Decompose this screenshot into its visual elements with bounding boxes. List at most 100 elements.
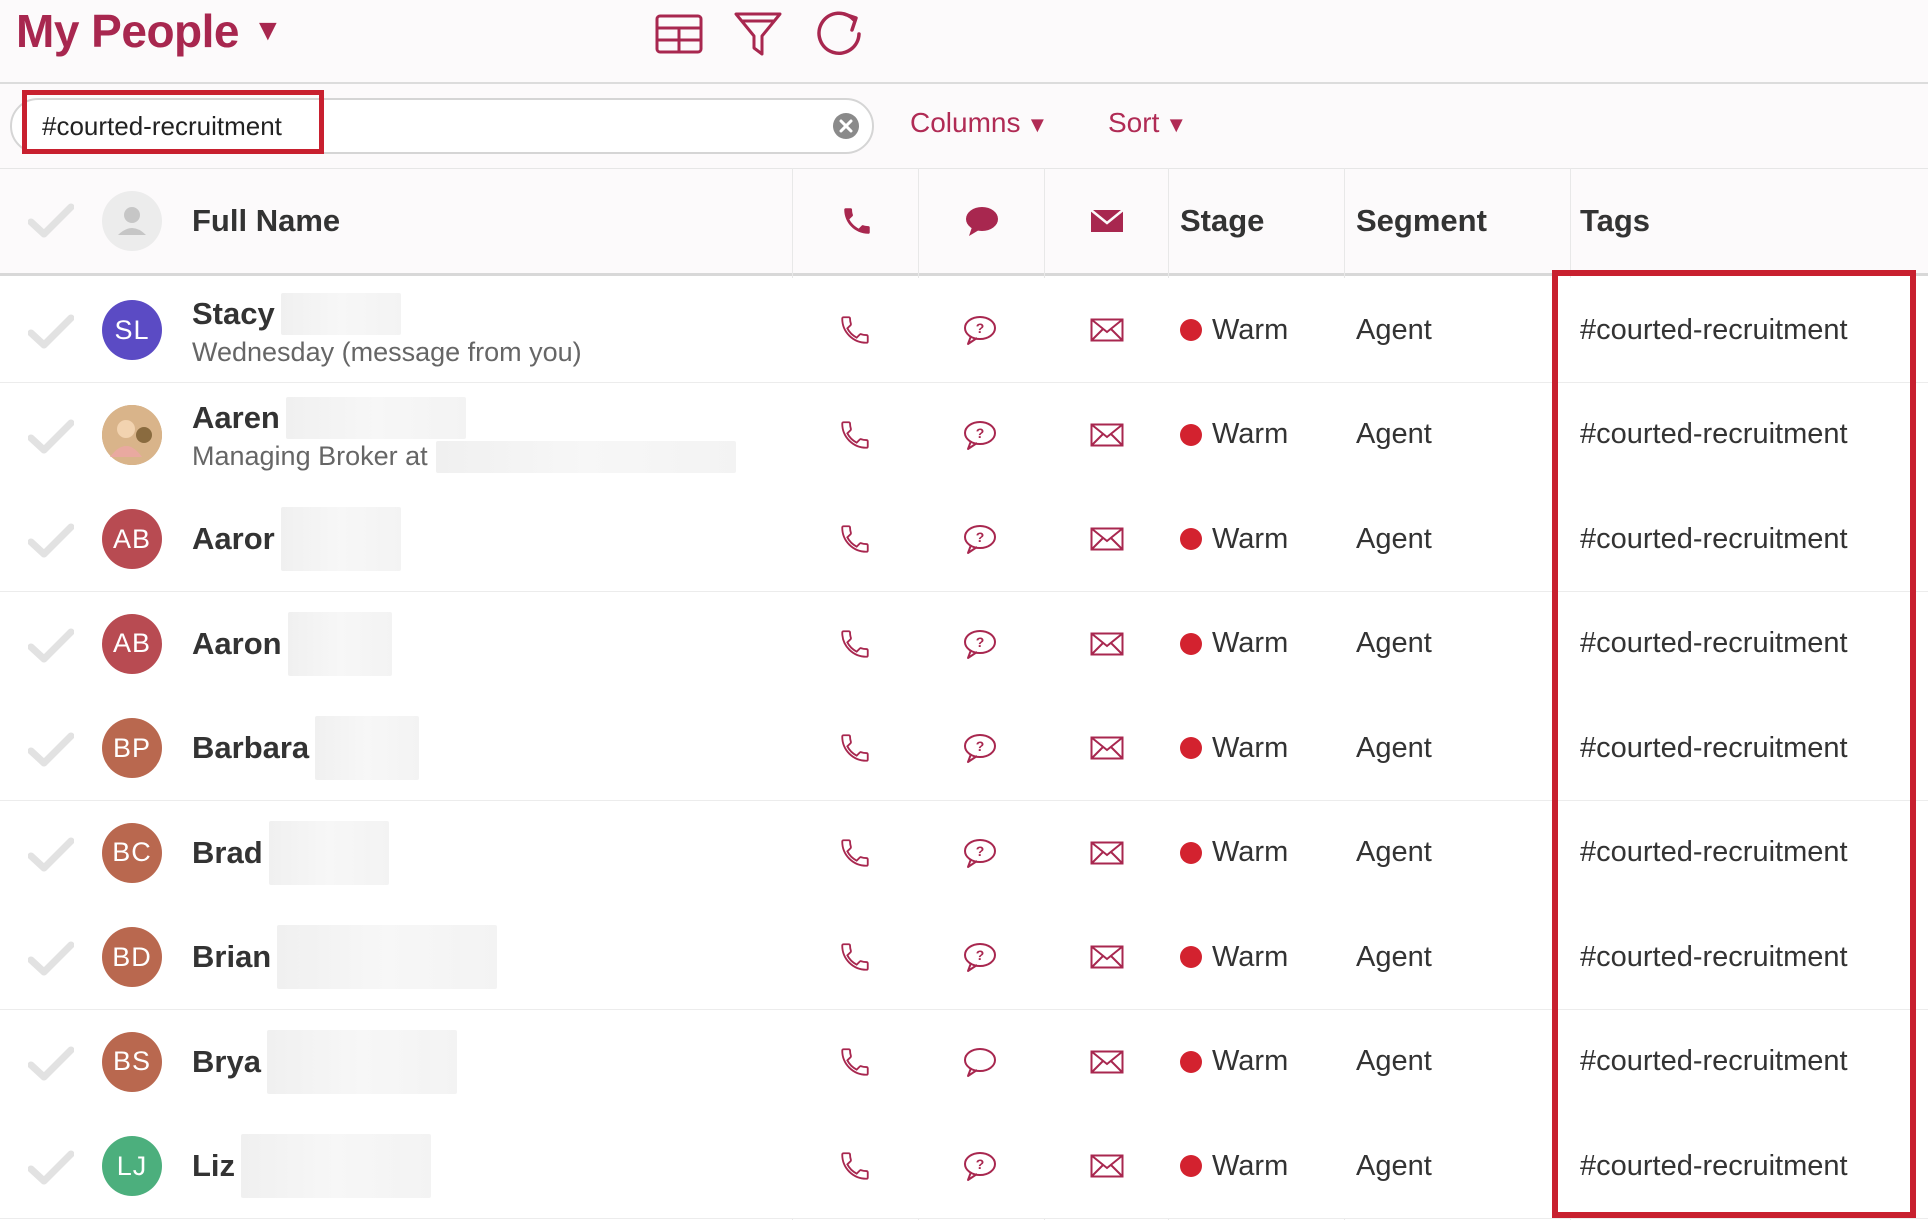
text-column-icon[interactable] xyxy=(964,169,1000,273)
text-unread-icon[interactable]: ? xyxy=(962,905,998,1009)
email-column-icon[interactable] xyxy=(1090,169,1124,273)
tags-cell[interactable]: #courted-recruitment xyxy=(1580,1010,1848,1114)
segment-cell[interactable]: Agent xyxy=(1356,487,1432,591)
text-unread-icon[interactable]: ? xyxy=(962,278,998,382)
email-icon[interactable] xyxy=(1090,1114,1124,1218)
row-select-checkmark-icon[interactable] xyxy=(28,628,74,664)
segment-cell[interactable]: Agent xyxy=(1356,592,1432,696)
contact-name[interactable]: Aaren xyxy=(192,400,280,436)
clear-search-icon[interactable] xyxy=(832,112,860,140)
contact-name[interactable]: Aaror xyxy=(192,521,275,557)
segment-cell[interactable]: Agent xyxy=(1356,905,1432,1009)
contact-name-cell[interactable]: Stacy Wednesday (message from you) xyxy=(192,278,582,382)
table-row[interactable]: LJ Liz? Warm Agent #courted-recruitment xyxy=(0,1114,1928,1219)
text-unread-icon[interactable]: ? xyxy=(962,383,998,487)
table-row[interactable]: BP Barbara? Warm Agent #courted-recruitment xyxy=(0,696,1928,801)
contact-name-cell[interactable]: Liz xyxy=(192,1114,432,1218)
stage-cell[interactable]: Warm xyxy=(1180,487,1288,591)
filter-icon[interactable] xyxy=(732,8,784,60)
contact-name-cell[interactable]: Brya xyxy=(192,1010,457,1114)
text-unread-icon[interactable]: ? xyxy=(962,487,998,591)
row-select-checkmark-icon[interactable] xyxy=(28,837,74,873)
phone-icon[interactable] xyxy=(838,487,872,591)
table-row[interactable]: Aaren Managing Broker at? Warm Agent #courte… xyxy=(0,382,1928,488)
columns-menu-button[interactable]: Columns ▼ xyxy=(910,107,1048,139)
email-icon[interactable] xyxy=(1090,696,1124,800)
phone-column-icon[interactable] xyxy=(840,169,874,273)
contact-name-cell[interactable]: Aaron xyxy=(192,592,392,696)
search-input[interactable] xyxy=(40,109,804,143)
table-view-icon[interactable] xyxy=(654,8,704,58)
contact-name[interactable]: Aaron xyxy=(192,626,282,662)
table-row[interactable]: BS Brya Warm Agent #courted-recruitment xyxy=(0,1009,1928,1115)
stage-cell[interactable]: Warm xyxy=(1180,696,1288,800)
row-select-checkmark-icon[interactable] xyxy=(28,314,74,350)
row-select-checkmark-icon[interactable] xyxy=(28,1150,74,1186)
phone-icon[interactable] xyxy=(838,696,872,800)
contact-name-cell[interactable]: Brad xyxy=(192,801,389,905)
stage-cell[interactable]: Warm xyxy=(1180,905,1288,1009)
segment-cell[interactable]: Agent xyxy=(1356,278,1432,382)
segment-cell[interactable]: Agent xyxy=(1356,696,1432,800)
tags-cell[interactable]: #courted-recruitment xyxy=(1580,278,1848,382)
email-icon[interactable] xyxy=(1090,383,1124,487)
column-header-stage[interactable]: Stage xyxy=(1180,169,1264,273)
contact-name[interactable]: Stacy xyxy=(192,296,275,332)
phone-icon[interactable] xyxy=(838,1010,872,1114)
column-header-tags[interactable]: Tags xyxy=(1580,169,1650,273)
segment-cell[interactable]: Agent xyxy=(1356,383,1432,487)
tags-cell[interactable]: #courted-recruitment xyxy=(1580,696,1848,800)
phone-icon[interactable] xyxy=(838,592,872,696)
segment-cell[interactable]: Agent xyxy=(1356,801,1432,905)
stage-cell[interactable]: Warm xyxy=(1180,1010,1288,1114)
email-icon[interactable] xyxy=(1090,801,1124,905)
contact-name[interactable]: Brya xyxy=(192,1044,261,1080)
text-unread-icon[interactable]: ? xyxy=(962,696,998,800)
stage-cell[interactable]: Warm xyxy=(1180,278,1288,382)
table-row[interactable]: SL Stacy Wednesday (message from you)? Warm… xyxy=(0,278,1928,383)
segment-cell[interactable]: Agent xyxy=(1356,1114,1432,1218)
contact-name-cell[interactable]: Brian xyxy=(192,905,498,1009)
email-icon[interactable] xyxy=(1090,905,1124,1009)
column-header-full-name[interactable]: Full Name xyxy=(192,169,340,273)
refresh-icon[interactable] xyxy=(814,8,866,60)
select-all-checkmark-icon[interactable] xyxy=(28,203,74,239)
text-unread-icon[interactable]: ? xyxy=(962,801,998,905)
tags-cell[interactable]: #courted-recruitment xyxy=(1580,1114,1848,1218)
tags-cell[interactable]: #courted-recruitment xyxy=(1580,905,1848,1009)
tags-cell[interactable]: #courted-recruitment xyxy=(1580,592,1848,696)
contact-name[interactable]: Barbara xyxy=(192,730,309,766)
contact-name-cell[interactable]: Aaren Managing Broker at xyxy=(192,383,736,487)
row-select-checkmark-icon[interactable] xyxy=(28,941,74,977)
email-icon[interactable] xyxy=(1090,487,1124,591)
stage-cell[interactable]: Warm xyxy=(1180,592,1288,696)
table-row[interactable]: BD Brian? Warm Agent #courted-recruitment xyxy=(0,905,1928,1010)
phone-icon[interactable] xyxy=(838,278,872,382)
tags-cell[interactable]: #courted-recruitment xyxy=(1580,801,1848,905)
contact-name[interactable]: Liz xyxy=(192,1148,235,1184)
phone-icon[interactable] xyxy=(838,1114,872,1218)
email-icon[interactable] xyxy=(1090,592,1124,696)
table-row[interactable]: BC Brad? Warm Agent #courted-recruitment xyxy=(0,800,1928,906)
text-unread-icon[interactable]: ? xyxy=(962,592,998,696)
phone-icon[interactable] xyxy=(838,801,872,905)
contact-name-cell[interactable]: Aaror xyxy=(192,487,401,591)
row-select-checkmark-icon[interactable] xyxy=(28,419,74,455)
stage-cell[interactable]: Warm xyxy=(1180,383,1288,487)
row-select-checkmark-icon[interactable] xyxy=(28,1046,74,1082)
email-icon[interactable] xyxy=(1090,278,1124,382)
segment-cell[interactable]: Agent xyxy=(1356,1010,1432,1114)
stage-cell[interactable]: Warm xyxy=(1180,801,1288,905)
phone-icon[interactable] xyxy=(838,905,872,1009)
table-row[interactable]: AB Aaron? Warm Agent #courted-recruitment xyxy=(0,591,1928,697)
sort-menu-button[interactable]: Sort ▼ xyxy=(1108,107,1187,139)
row-select-checkmark-icon[interactable] xyxy=(28,732,74,768)
phone-icon[interactable] xyxy=(838,383,872,487)
stage-cell[interactable]: Warm xyxy=(1180,1114,1288,1218)
tags-cell[interactable]: #courted-recruitment xyxy=(1580,383,1848,487)
table-row[interactable]: AB Aaror? Warm Agent #courted-recruitment xyxy=(0,487,1928,592)
text-icon[interactable] xyxy=(962,1010,998,1114)
column-header-segment[interactable]: Segment xyxy=(1356,169,1487,273)
contact-name-cell[interactable]: Barbara xyxy=(192,696,420,800)
text-unread-icon[interactable]: ? xyxy=(962,1114,998,1218)
